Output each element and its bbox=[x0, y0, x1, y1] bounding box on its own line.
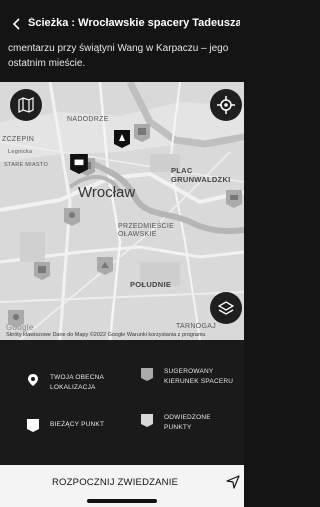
path-description: cmentarzu przy świątyni Wang w Karpaczu … bbox=[8, 43, 229, 69]
navigation-arrow-icon[interactable] bbox=[226, 475, 240, 489]
locate-me-button[interactable] bbox=[210, 89, 242, 121]
crosshair-icon bbox=[217, 96, 235, 114]
bottom-bar: ROZPOCZNIJ ZWIEDZANIE bbox=[0, 465, 244, 507]
label-tarnogaj: TARNOGAJ bbox=[176, 323, 216, 330]
visited-point-pin[interactable] bbox=[134, 124, 150, 142]
legend-label: TWOJA OBECNA LOKALIZACJA bbox=[50, 374, 104, 391]
label-plac-grunwaldzki: PLAC GRUNWALDZKI bbox=[171, 166, 231, 184]
layers-button[interactable] bbox=[210, 292, 242, 324]
visited-point-pin[interactable] bbox=[64, 208, 80, 226]
visited-point-pin[interactable] bbox=[226, 190, 242, 208]
start-tour-button[interactable]: ROZPOCZNIJ ZWIEDZANIE bbox=[52, 477, 178, 488]
legend-label: SUGEROWANY KIERUNEK SPACERU bbox=[164, 368, 234, 385]
label-przedmiescie: PRZEDMIEŚCIE OŁAWSKIE bbox=[118, 223, 175, 238]
current-point-icon bbox=[27, 419, 39, 432]
map-icon bbox=[18, 97, 34, 113]
legend-item-current: BIEŻĄCY PUNKT bbox=[26, 418, 126, 432]
visited-point-pin[interactable] bbox=[97, 257, 113, 275]
current-point-pin[interactable] bbox=[70, 154, 88, 174]
suggested-direction-icon bbox=[141, 368, 153, 381]
layers-icon bbox=[218, 301, 234, 315]
current-point-pin[interactable] bbox=[114, 130, 130, 148]
label-stare-miasto: STARE MIASTO bbox=[4, 162, 49, 168]
map-view-toggle-button[interactable] bbox=[10, 89, 42, 121]
label-poludnie: POŁUDNIE bbox=[130, 280, 172, 289]
label-nadodrze: NADODRZE bbox=[67, 116, 109, 123]
map-attribution: Skróty klawiszowe Dane do Mapy ©2022 Goo… bbox=[6, 332, 206, 338]
location-pin-icon bbox=[28, 374, 38, 386]
legend-label: BIEŻĄCY PUNKT bbox=[50, 421, 105, 428]
map-view[interactable]: NADODRZE ZCZEPIN Legnicka STARE MIASTO P… bbox=[0, 82, 244, 340]
chevron-left-icon[interactable] bbox=[10, 17, 24, 31]
legend-item-location: TWOJA OBECNA LOKALIZACJA bbox=[26, 373, 126, 393]
visited-point-pin[interactable] bbox=[34, 262, 50, 280]
legend-label: ODWIEDZONE PUNKTY bbox=[164, 414, 211, 431]
label-legnicka: Legnicka bbox=[8, 149, 33, 155]
visited-points-icon bbox=[141, 414, 153, 427]
home-indicator bbox=[87, 499, 157, 503]
visited-point-pin[interactable] bbox=[8, 310, 24, 328]
header: Ścieżka : Wrocławskie spacery Tadeusza R… bbox=[0, 0, 244, 82]
map-legend: TWOJA OBECNA LOKALIZACJA SUGEROWANY KIER… bbox=[0, 340, 244, 465]
legend-item-direction: SUGEROWANY KIERUNEK SPACERU bbox=[140, 367, 236, 387]
legend-item-visited: ODWIEDZONE PUNKTY bbox=[140, 413, 236, 433]
path-title: Ścieżka : Wrocławskie spacery Tadeusza R… bbox=[28, 17, 240, 29]
label-wroclaw: Wrocław bbox=[78, 184, 136, 201]
label-zczepin: ZCZEPIN bbox=[2, 136, 35, 143]
